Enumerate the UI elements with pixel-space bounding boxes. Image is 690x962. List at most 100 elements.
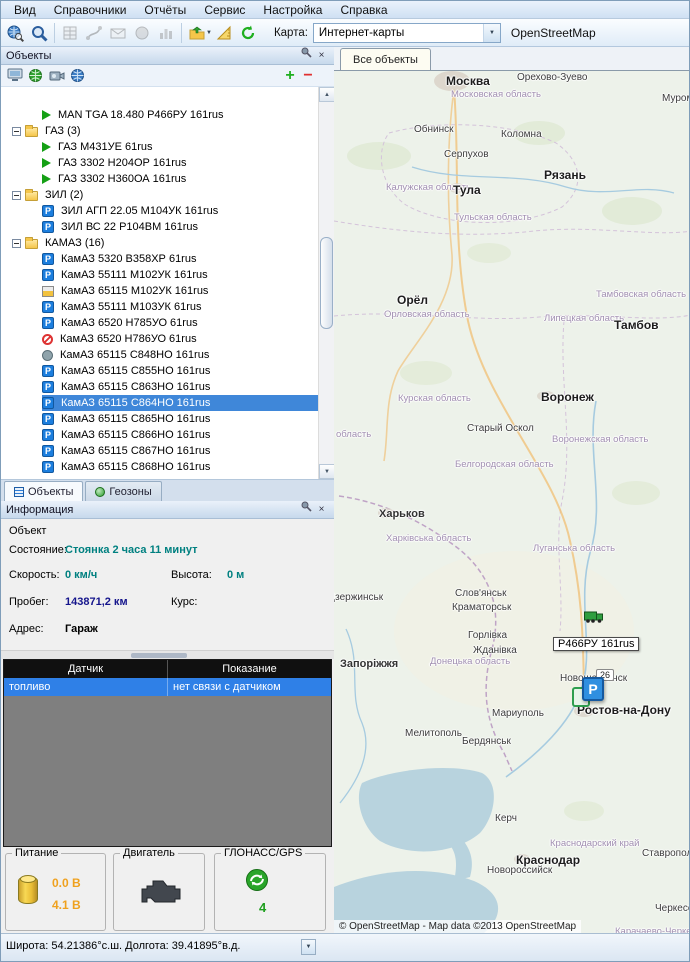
menu-item[interactable]: Справка <box>331 2 396 18</box>
tree-item[interactable]: КамАЗ 65115 С855НО 161rus <box>4 363 318 379</box>
menu-item[interactable]: Вид <box>5 2 45 18</box>
tree-expander-icon[interactable] <box>30 413 42 425</box>
refresh-icon[interactable] <box>236 21 260 45</box>
scroll-up-icon[interactable]: ▲ <box>319 87 335 102</box>
tree-expander-icon[interactable] <box>30 253 42 265</box>
vehicle-status-icon <box>42 174 51 184</box>
tree-expander-icon[interactable] <box>30 301 42 313</box>
tree-expander-icon[interactable] <box>30 381 42 393</box>
tree-expander-icon[interactable] <box>12 191 21 200</box>
tree-item[interactable]: ЗИЛ АГП 22.05 М104УК 161rus <box>4 203 318 219</box>
add-object-button[interactable]: + <box>281 67 299 85</box>
tree-item-label: ГАЗ 3302 Н204ОР 161rus <box>55 157 190 169</box>
tree-item[interactable]: КамАЗ 65115 С864НО 161rus <box>4 395 318 411</box>
tree-item[interactable]: КамАЗ 55111 М103УК 61rus <box>4 299 318 315</box>
tree-item[interactable]: ГАЗ (3) <box>4 123 318 139</box>
tree-item-label: КамАЗ 65115 С868НО 161rus <box>58 461 213 473</box>
tree-expander-icon[interactable] <box>30 269 42 281</box>
tree-item[interactable]: КамАЗ 6520 Н786УО 61rus <box>4 331 318 347</box>
pushpin-icon[interactable] <box>299 47 314 64</box>
tree-expander-icon[interactable] <box>30 349 42 361</box>
pushpin-icon[interactable] <box>299 501 314 518</box>
tree-expander-icon[interactable] <box>30 157 42 169</box>
coordinates-text: Широта: 54.21386°с.ш. Долгота: 39.41895°… <box>6 940 240 952</box>
tree-expander-icon[interactable] <box>30 109 42 121</box>
map-label: Тамбов <box>614 318 659 332</box>
statusbar-dropdown-icon[interactable]: ▼ <box>301 939 316 955</box>
map-label: Рязань <box>544 168 586 182</box>
tree-expander-icon[interactable] <box>30 141 42 153</box>
zoom-objects-icon[interactable] <box>27 21 51 45</box>
parking-marker[interactable]: P <box>582 677 604 701</box>
tree-item-label: КамАЗ 6520 Н785УО 61rus <box>58 317 201 329</box>
close-panel-icon[interactable]: × <box>314 502 329 518</box>
search-map-icon[interactable] <box>3 21 27 45</box>
scrollbar-thumb[interactable] <box>131 653 187 658</box>
vehicle-truck-icon[interactable] <box>584 609 604 629</box>
tree-expander-icon[interactable] <box>30 429 42 441</box>
map-label: Ставрополь <box>642 848 690 859</box>
table-icon <box>58 21 82 45</box>
tab-objects[interactable]: Объекты <box>4 481 83 501</box>
globe-green-icon[interactable] <box>25 66 46 85</box>
vehicle-status-icon <box>42 269 54 281</box>
combo-dropdown-icon[interactable]: ▼ <box>483 24 500 42</box>
tree-item[interactable]: КамАЗ 55111 М102УК 161rus <box>4 267 318 283</box>
tree-item[interactable]: КамАЗ 65115 С866НО 161rus <box>4 427 318 443</box>
stop-icon <box>130 21 154 45</box>
tab-all-objects[interactable]: Все объекты <box>340 48 431 70</box>
tree-expander-icon[interactable] <box>30 397 42 409</box>
tree-item[interactable]: ЗИЛ ВС 22 Р104ВМ 161rus <box>4 219 318 235</box>
tree-expander-icon[interactable] <box>30 285 42 297</box>
globe-blue-icon[interactable] <box>67 66 88 85</box>
camera-icon[interactable] <box>46 66 67 85</box>
tree-scrollbar[interactable]: ▲ ▼ <box>318 87 334 479</box>
tree-expander-icon[interactable] <box>30 365 42 377</box>
tree-item-label: КамАЗ 65115 С864НО 161rus <box>58 397 213 409</box>
tree-item[interactable]: MAN TGA 18.480 Р466РУ 161rus <box>4 107 318 123</box>
tree-expander-icon[interactable] <box>12 239 21 248</box>
tree-item-label: ЗИЛ АГП 22.05 М104УК 161rus <box>58 205 221 217</box>
map-source-combobox[interactable]: Интернет-карты ▼ <box>313 23 501 43</box>
address-value: Гараж <box>65 623 98 635</box>
tree-item[interactable]: ГАЗ М431УЕ 61rus <box>4 139 318 155</box>
menu-item[interactable]: Настройка <box>254 2 331 18</box>
tree-expander-icon[interactable] <box>30 445 42 457</box>
sensor-row[interactable]: топливо нет связи с датчиком <box>4 678 331 696</box>
tree-expander-icon[interactable] <box>12 127 21 136</box>
tree-item[interactable]: ГАЗ 3302 Н360ОА 161rus <box>4 171 318 187</box>
tree-item[interactable]: КамАЗ 65115 С867НО 161rus <box>4 443 318 459</box>
remove-object-button[interactable]: − <box>299 67 317 85</box>
tree-expander-icon[interactable] <box>30 333 42 345</box>
tree-expander-icon[interactable] <box>30 317 42 329</box>
tree-item[interactable]: ГАЗ 3302 Н204ОР 161rus <box>4 155 318 171</box>
tree-item[interactable]: ЗИЛ (2) <box>4 187 318 203</box>
close-panel-icon[interactable]: × <box>314 48 329 64</box>
tree-item[interactable]: КамАЗ 65115 С865НО 161rus <box>4 411 318 427</box>
tree-item[interactable]: КамАЗ 65115 С848НО 161rus <box>4 347 318 363</box>
monitor-icon[interactable] <box>4 66 25 85</box>
scroll-down-icon[interactable]: ▼ <box>319 464 335 479</box>
sensor-table-header: Датчик Показание <box>4 660 331 678</box>
tree-item[interactable]: КАМАЗ (16) <box>4 235 318 251</box>
info-panel-body: Объект Состояние: Стоянка 2 часа 11 мину… <box>1 519 334 659</box>
info-hscrollbar[interactable] <box>1 650 334 659</box>
sensor-name: топливо <box>4 678 168 696</box>
menu-item[interactable]: Сервис <box>195 2 254 18</box>
tree-item[interactable]: КамАЗ 6520 Н785УО 61rus <box>4 315 318 331</box>
tree-expander-icon[interactable] <box>30 173 42 185</box>
tree-item[interactable]: КамАЗ 65115 М102УК 161rus <box>4 283 318 299</box>
tree-item[interactable]: КамАЗ 65115 С868НО 161rus <box>4 459 318 475</box>
tree-expander-icon[interactable] <box>30 221 42 233</box>
tree-item[interactable]: КамАЗ 65115 С863НО 161rus <box>4 379 318 395</box>
map-canvas[interactable]: Орехово-Зуево Москва Московская область … <box>334 71 690 933</box>
menu-item[interactable]: Отчёты <box>135 2 195 18</box>
tree-expander-icon[interactable] <box>30 205 42 217</box>
tree-item[interactable]: КамАЗ 5320 В358ХР 61rus <box>4 251 318 267</box>
map-label: Краснодарский край <box>550 838 639 849</box>
measure-icon[interactable] <box>212 21 236 45</box>
tree-expander-icon[interactable] <box>30 461 42 473</box>
tab-geozones[interactable]: Геозоны <box>85 481 161 501</box>
menu-item[interactable]: Справочники <box>45 2 136 18</box>
scrollbar-thumb[interactable] <box>320 237 333 329</box>
